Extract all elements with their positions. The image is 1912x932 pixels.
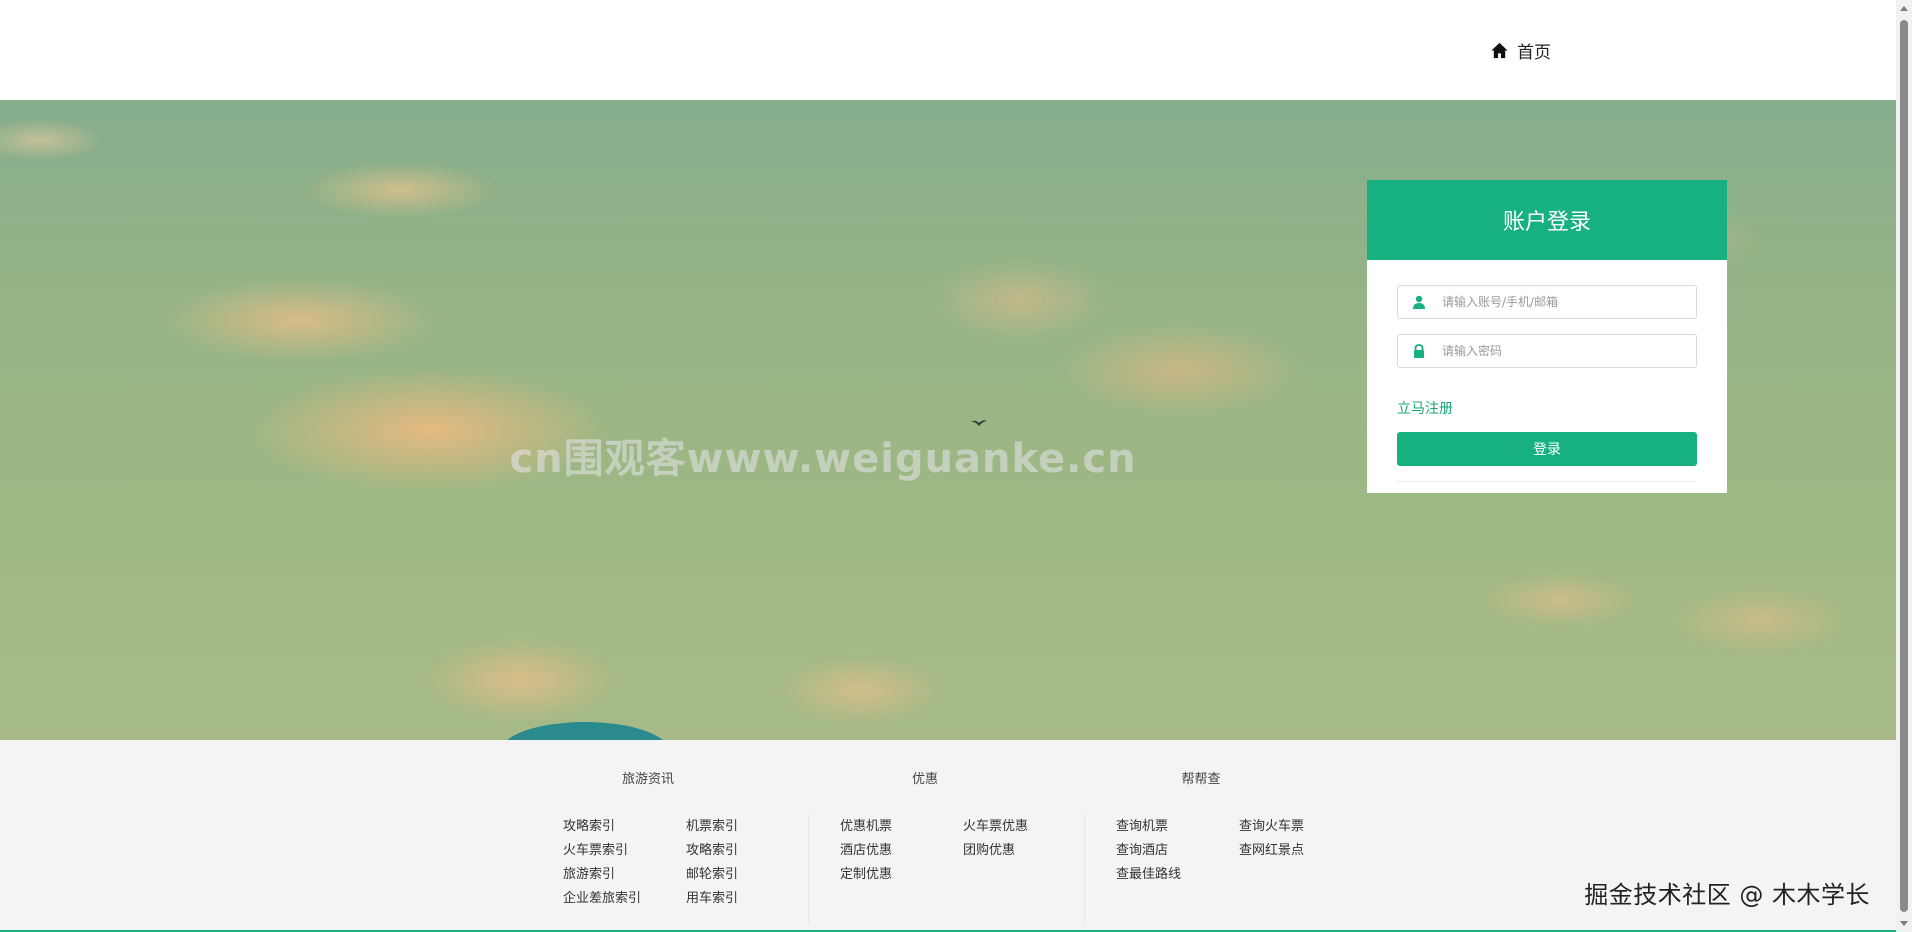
password-input[interactable] xyxy=(1440,336,1690,366)
footer-link[interactable]: 查询火车票 xyxy=(1239,818,1362,835)
footer-link[interactable]: 团购优惠 xyxy=(963,842,1086,859)
login-title: 账户登录 xyxy=(1367,180,1727,260)
top-navbar: 首页 xyxy=(0,0,1896,100)
footer-column-title: 帮帮查 xyxy=(1181,772,1221,787)
footer: 旅游资讯 攻略索引 机票索引 火车票索引 攻略索引 旅游索引 邮轮索引 企业差旅… xyxy=(0,740,1896,932)
register-link[interactable]: 立马注册 xyxy=(1397,398,1453,418)
username-input[interactable] xyxy=(1440,287,1690,317)
footer-link[interactable]: 优惠机票 xyxy=(840,818,963,835)
nav-home-label: 首页 xyxy=(1517,42,1551,63)
footer-link[interactable]: 机票索引 xyxy=(686,818,809,835)
hero-hill-shape xyxy=(500,722,670,740)
footer-link-list: 查询机票 查询火车票 查询酒店 查网红景点 查最佳路线 xyxy=(1116,818,1362,883)
footer-link[interactable]: 查最佳路线 xyxy=(1116,866,1239,883)
password-field[interactable] xyxy=(1397,334,1697,368)
scroll-up-arrow-icon[interactable] xyxy=(1900,6,1908,11)
user-icon xyxy=(1398,286,1440,318)
footer-link[interactable]: 火车票索引 xyxy=(563,842,686,859)
footer-link[interactable]: 用车索引 xyxy=(686,890,809,907)
home-icon xyxy=(1491,42,1508,58)
footer-link[interactable]: 邮轮索引 xyxy=(686,866,809,883)
footer-link[interactable]: 旅游索引 xyxy=(563,866,686,883)
footer-link[interactable]: 企业差旅索引 xyxy=(563,890,686,907)
scrollbar-thumb[interactable] xyxy=(1900,20,1908,912)
footer-link[interactable]: 查网红景点 xyxy=(1239,842,1362,859)
footer-link[interactable]: 攻略索引 xyxy=(563,818,686,835)
scroll-down-arrow-icon[interactable] xyxy=(1900,921,1908,926)
panel-divider xyxy=(1397,481,1697,482)
footer-column-title: 旅游资讯 xyxy=(621,772,674,787)
footer-column-divider xyxy=(1084,815,1085,925)
footer-link-list: 攻略索引 机票索引 火车票索引 攻略索引 旅游索引 邮轮索引 企业差旅索引 用车… xyxy=(563,818,809,907)
nav-home-link[interactable]: 首页 xyxy=(1490,36,1551,64)
footer-link[interactable]: 攻略索引 xyxy=(686,842,809,859)
login-button[interactable]: 登录 xyxy=(1397,432,1697,466)
footer-link[interactable]: 酒店优惠 xyxy=(840,842,963,859)
footer-link[interactable]: 火车票优惠 xyxy=(963,818,1086,835)
footer-column-divider xyxy=(808,815,809,925)
footer-link[interactable]: 定制优惠 xyxy=(840,866,963,883)
username-field[interactable] xyxy=(1397,285,1697,319)
lock-icon xyxy=(1398,335,1440,367)
footer-column-title: 优惠 xyxy=(911,772,938,787)
login-panel: 账户登录 立马注册 登录 xyxy=(1367,180,1727,493)
footer-link[interactable]: 查询酒店 xyxy=(1116,842,1239,859)
footer-link[interactable]: 查询机票 xyxy=(1116,818,1239,835)
page-scrollbar[interactable] xyxy=(1896,0,1912,932)
corner-watermark-text: 掘金技术社区 @ 木木学长 xyxy=(1584,881,1870,909)
footer-link-list: 优惠机票 火车票优惠 酒店优惠 团购优惠 定制优惠 xyxy=(840,818,1086,883)
